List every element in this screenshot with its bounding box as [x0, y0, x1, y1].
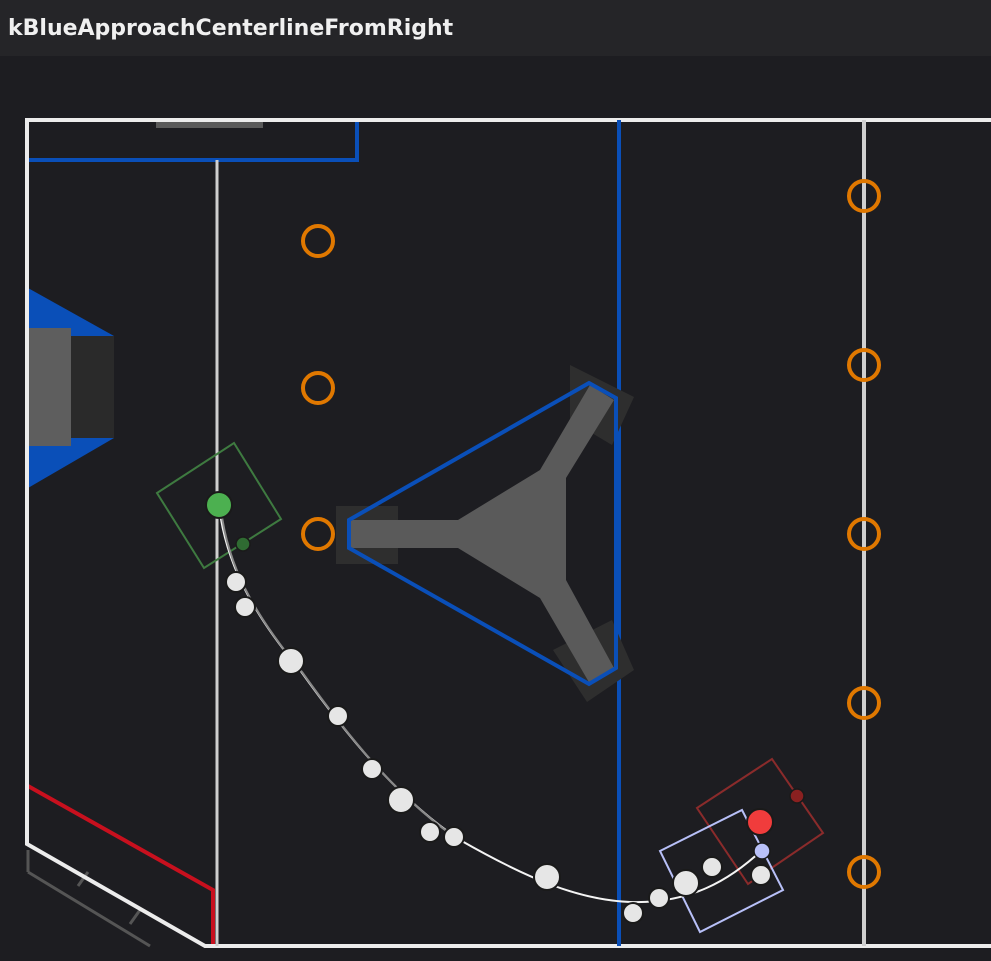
end-point-marker[interactable] [746, 808, 774, 836]
waypoint-dot[interactable] [225, 571, 247, 593]
waypoint-dot[interactable] [234, 596, 256, 618]
waypoint-dot[interactable] [419, 821, 441, 843]
waypoint-main[interactable] [533, 863, 561, 891]
field-canvas[interactable] [0, 56, 991, 961]
start-heading-handle[interactable] [235, 536, 251, 552]
path-title: kBlueApproachCenterlineFromRight [8, 15, 454, 41]
waypoint-main[interactable] [672, 869, 700, 897]
waypoint-dot[interactable] [750, 864, 772, 886]
title-bar: kBlueApproachCenterlineFromRight [0, 0, 991, 56]
start-point-marker[interactable] [205, 491, 233, 519]
waypoint-main[interactable] [387, 786, 415, 814]
waypoint-dot[interactable] [361, 758, 383, 780]
waypoint-dot[interactable] [701, 856, 723, 878]
waypoint-main[interactable] [277, 647, 305, 675]
rotation-target-marker[interactable] [753, 842, 771, 860]
field-svg[interactable] [0, 56, 991, 961]
waypoint-dot[interactable] [622, 902, 644, 924]
waypoint-dot[interactable] [327, 705, 349, 727]
waypoint-dot[interactable] [648, 887, 670, 909]
waypoint-dot[interactable] [443, 826, 465, 848]
end-heading-handle[interactable] [789, 788, 805, 804]
